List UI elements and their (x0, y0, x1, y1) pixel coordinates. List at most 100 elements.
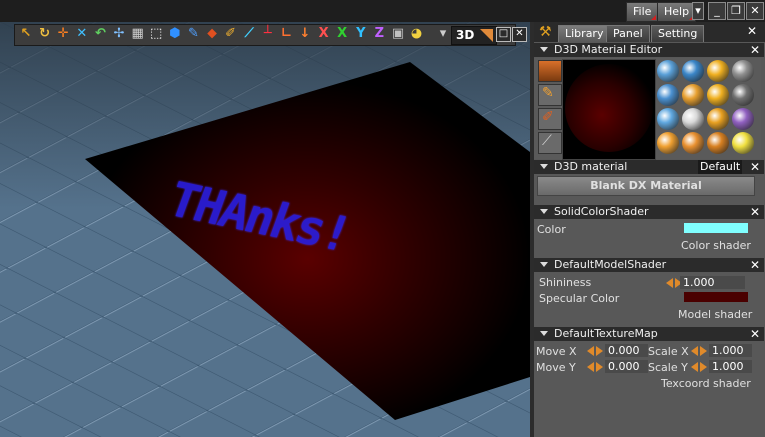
shininess-input[interactable]: 1.000 (680, 276, 745, 289)
view-mode-3d-button[interactable]: 3D (451, 26, 497, 45)
arrow-right-icon (596, 346, 603, 356)
close-icon[interactable]: ✕ (750, 160, 760, 174)
material-preset-icon[interactable] (707, 60, 729, 82)
scale-y-input[interactable]: 1.000 (709, 360, 752, 373)
material-preset-icon[interactable] (682, 60, 704, 82)
tab-setting[interactable]: Setting (651, 25, 705, 42)
material-preset-icon[interactable] (707, 132, 729, 154)
close-icon[interactable]: ✕ (750, 258, 760, 272)
pencil-icon[interactable]: ✐ (224, 27, 238, 41)
transform-icon[interactable]: ✢ (112, 27, 126, 41)
arrow-left-icon (691, 346, 698, 356)
brush-icon[interactable]: ⬥ (205, 27, 219, 41)
help-menu-button[interactable]: Help (657, 2, 697, 22)
shininess-label: Shininess (539, 276, 592, 289)
material-pick-icon[interactable] (538, 60, 562, 82)
scale-x-input[interactable]: 1.000 (709, 344, 752, 357)
help-menu-label: Help (664, 5, 690, 18)
material-stamp-icon[interactable]: ✐ (538, 108, 562, 130)
model-shader-footer: Model shader (678, 308, 753, 321)
scale-y-label: Scale Y (648, 361, 688, 374)
down-arrow-icon[interactable]: ↓ (298, 27, 312, 41)
collapse-icon (540, 262, 548, 267)
material-preset-icon[interactable] (682, 108, 704, 130)
collapse-icon (540, 209, 548, 214)
rotate-icon[interactable]: ↻ (38, 27, 52, 41)
paint-icon[interactable]: ✎ (186, 27, 200, 41)
chevron-down-icon[interactable]: ▾ (436, 27, 450, 41)
collapse-icon (540, 47, 548, 52)
restore-icon: ❐ (731, 4, 741, 17)
material-preview (562, 59, 656, 160)
panel-close-button[interactable]: ✕ (747, 24, 757, 38)
collapse-icon (540, 164, 548, 169)
select-icon[interactable]: ⬚ (149, 27, 163, 41)
grab-icon[interactable]: ↖ (19, 27, 33, 41)
collapse-icon (540, 331, 548, 336)
panel-tab-bar: ⚒ Library Panel Setting ✕ (534, 22, 765, 42)
corner-icon[interactable]: ∟ (279, 27, 293, 41)
move-x-input[interactable]: 0.000 (605, 344, 648, 357)
material-eraser-icon[interactable]: ⟋ (538, 132, 562, 154)
color-swatch[interactable] (684, 223, 748, 233)
close-icon[interactable]: ✕ (750, 43, 760, 57)
d3d-material-header[interactable]: D3D material Default ✕ (534, 160, 764, 174)
axis-z-icon[interactable]: Z (372, 27, 386, 41)
minimize-icon: _ (714, 4, 720, 17)
material-preset-icon[interactable] (732, 60, 754, 82)
d3d-material-title: D3D material (554, 160, 628, 173)
material-preset-icon[interactable] (657, 60, 679, 82)
material-brush-icon[interactable]: ✎ (538, 84, 562, 106)
3d-viewport[interactable]: THAnks! ↖ ↻ ✛ ✕ ↶ ✢ ▦ ⬚ ⬢ ✎ ⬥ ✐ ⟋ ┴ ∟ ↓ X X Y Z ▣ ◕ ▾ 3D □ ✕ (0, 22, 530, 437)
file-menu-label: File (633, 5, 652, 18)
move-y-input[interactable]: 0.000 (605, 360, 648, 373)
viewport-close-button[interactable]: ✕ (512, 27, 527, 42)
material-preset-icon[interactable] (657, 132, 679, 154)
material-name-button[interactable]: Blank DX Material (537, 176, 755, 196)
checker-icon[interactable]: ▦ (131, 27, 145, 41)
object-icon[interactable]: ⬢ (168, 27, 182, 41)
material-preset-icon[interactable] (732, 132, 754, 154)
minimize-button[interactable]: _ (708, 2, 726, 20)
material-preset-icon[interactable] (707, 84, 729, 106)
panel-logo-icon: ⚒ (539, 24, 552, 40)
material-preset-icon[interactable] (682, 84, 704, 106)
material-editor-header[interactable]: D3D Material Editor ✕ (534, 43, 764, 57)
close-window-button[interactable]: ✕ (746, 2, 764, 20)
material-preset-icon[interactable] (707, 108, 729, 130)
grid-icon[interactable]: ▣ (391, 27, 405, 41)
undo-icon[interactable]: ↶ (93, 27, 107, 41)
default-material-button[interactable]: Default (698, 160, 742, 174)
solid-color-shader-header[interactable]: SolidColorShader ✕ (534, 205, 764, 219)
solid-color-footer: Color shader (681, 239, 751, 252)
scale-icon[interactable]: ✕ (75, 27, 89, 41)
material-preset-icon[interactable] (682, 132, 704, 154)
material-preset-icon[interactable] (657, 108, 679, 130)
material-preset-icon[interactable] (657, 84, 679, 106)
axis-x2-icon[interactable]: X (335, 27, 349, 41)
arrow-right-icon (700, 362, 707, 372)
viewport-toolbar: ↖ ↻ ✛ ✕ ↶ ✢ ▦ ⬚ ⬢ ✎ ⬥ ✐ ⟋ ┴ ∟ ↓ X X Y Z ▣ ◕ ▾ 3D □ ✕ (14, 24, 527, 46)
axis-icon[interactable]: ┴ (261, 27, 275, 41)
axis-y-icon[interactable]: Y (354, 27, 368, 41)
texture-map-header[interactable]: DefaultTextureMap ✕ (534, 327, 764, 341)
material-preset-icon[interactable] (732, 108, 754, 130)
tab-library[interactable]: Library (558, 25, 611, 42)
tab-panel[interactable]: Panel (606, 25, 650, 42)
file-menu-button[interactable]: File (626, 2, 659, 22)
model-shader-header[interactable]: DefaultModelShader ✕ (534, 258, 764, 272)
close-icon[interactable]: ✕ (750, 205, 760, 219)
close-icon[interactable]: ✕ (750, 327, 760, 341)
menu-dropdown-button[interactable]: ▾ (692, 2, 704, 20)
material-preset-icon[interactable] (732, 84, 754, 106)
chevron-down-icon: ▾ (695, 4, 701, 17)
restore-button[interactable]: ❐ (727, 2, 745, 20)
tab-setting-label: Setting (658, 27, 698, 40)
specular-color-swatch[interactable] (684, 292, 748, 302)
viewport-maximize-button[interactable]: □ (496, 27, 511, 42)
move-icon[interactable]: ✛ (56, 27, 70, 41)
palette-icon[interactable]: ◕ (410, 27, 424, 41)
eyedrop-icon[interactable]: ⟋ (242, 27, 256, 41)
axis-x-icon[interactable]: X (317, 27, 331, 41)
arrow-right-icon (700, 346, 707, 356)
